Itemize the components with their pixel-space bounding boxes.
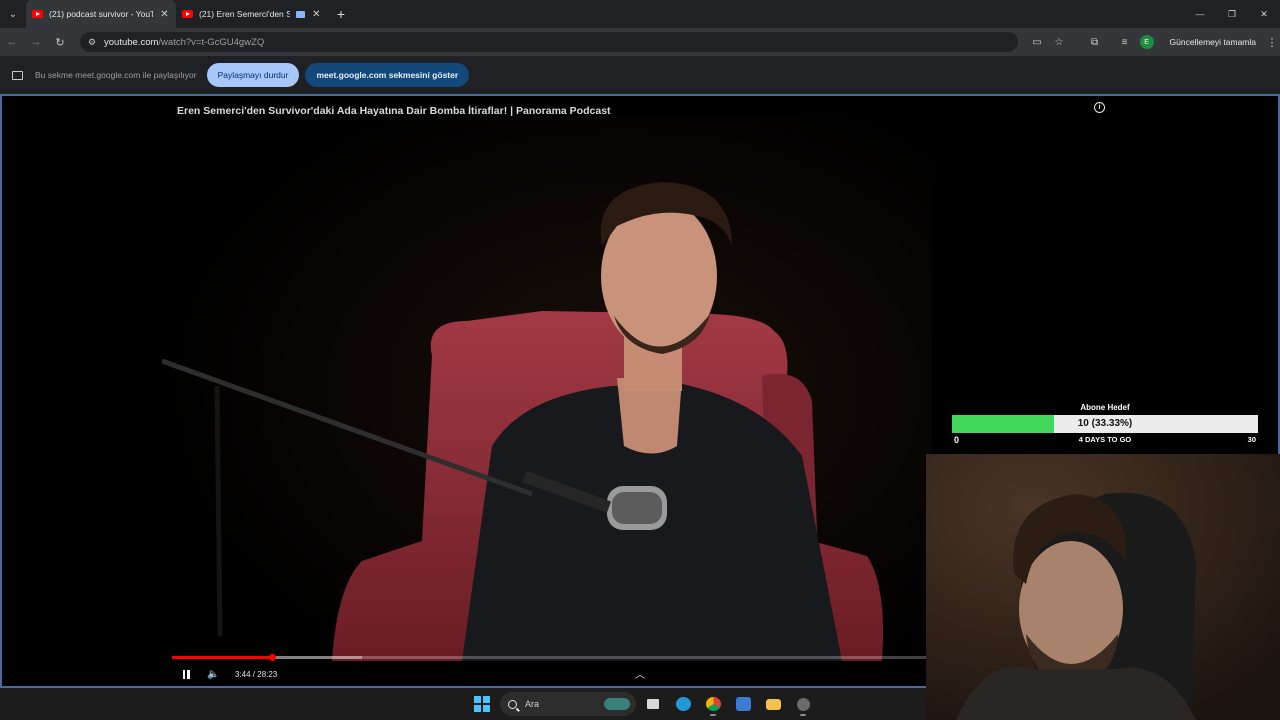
profile-avatar[interactable]: E	[1139, 35, 1154, 49]
url-text[interactable]: youtube.com/watch?v=t-GcGU4gwZQ	[104, 37, 264, 48]
pause-icon[interactable]	[177, 669, 195, 679]
media-controls-icon[interactable]: ≡	[1114, 28, 1136, 56]
address-bar[interactable]: ⚙ youtube.com/watch?v=t-GcGU4gwZQ	[80, 32, 1018, 52]
new-tab-button[interactable]: +	[328, 6, 354, 22]
subscriber-goal-widget: Abone Hedef 10 (33.33%) 0 4 DAYS TO GO 3…	[952, 403, 1258, 445]
search-label: Ara	[525, 699, 540, 709]
youtube-icon	[32, 10, 43, 18]
webcam-feed	[926, 454, 1280, 720]
url-host: youtube.com	[104, 36, 159, 48]
windows-taskbar: Ara	[0, 688, 926, 720]
close-tab-icon[interactable]: ✕	[159, 9, 170, 20]
task-view-icon[interactable]	[640, 692, 666, 716]
bookmark-star-icon[interactable]: ☆	[1048, 28, 1070, 56]
stop-sharing-button[interactable]: Paylaşmayı durdur	[206, 63, 300, 87]
goal-max: 30	[1247, 435, 1256, 444]
restore-icon[interactable]: ❐	[1216, 0, 1248, 28]
search-icon	[508, 699, 517, 709]
screen-share-icon	[12, 70, 23, 80]
sharing-indicator-icon	[295, 10, 305, 18]
show-meet-tab-button[interactable]: meet.google.com sekmesini göster	[305, 63, 470, 87]
site-info-icon[interactable]: ⚙	[88, 37, 104, 48]
progress-played	[172, 656, 273, 659]
volume-icon[interactable]: 🔈	[207, 669, 223, 680]
progress-scrubber[interactable]	[269, 654, 277, 661]
settings-icon[interactable]	[790, 692, 816, 716]
tab-strip: ⌄ (21) podcast survivor - YouTube ✕ (21)…	[0, 0, 1280, 28]
sharing-message: Bu sekme meet.google.com ile paylaşılıyo…	[35, 70, 197, 80]
url-path: /watch?v=t-GcGU4gwZQ	[158, 36, 265, 48]
cast-icon[interactable]: ▭	[1026, 28, 1048, 56]
close-window-icon[interactable]: ✕	[1248, 0, 1280, 28]
window-controls: — ❐ ✕	[1184, 0, 1280, 28]
goal-title: Abone Hedef	[1080, 403, 1130, 412]
youtube-icon	[182, 10, 193, 18]
goal-value: 10 (33.33%)	[1077, 418, 1133, 429]
goal-footer: 0 4 DAYS TO GO 30	[952, 433, 1258, 445]
file-explorer-icon[interactable]	[760, 692, 786, 716]
minimize-icon[interactable]: —	[1184, 0, 1216, 28]
tab-youtube-search[interactable]: (21) podcast survivor - YouTube ✕	[26, 0, 176, 28]
taskbar-search[interactable]: Ara	[500, 692, 636, 716]
browser-toolbar: ← → ↻ ⚙ youtube.com/watch?v=t-GcGU4gwZQ …	[0, 28, 1280, 56]
info-icon[interactable]: i	[1094, 102, 1105, 113]
edge-icon[interactable]	[670, 692, 696, 716]
forward-button[interactable]: →	[24, 28, 48, 56]
goal-progress-bar: 10 (33.33%)	[952, 415, 1258, 433]
chevron-up-icon[interactable]: ︿	[635, 666, 645, 681]
tab-title: (21) podcast survivor - YouTube	[49, 9, 153, 19]
tab-sharing-bar: Bu sekme meet.google.com ile paylaşılıyo…	[0, 56, 1280, 94]
tab-search-chevron-icon[interactable]: ⌄	[0, 0, 26, 28]
close-tab-icon[interactable]: ✕	[311, 9, 322, 20]
windows-start-icon[interactable]	[474, 696, 490, 712]
reload-button[interactable]: ↻	[48, 28, 72, 56]
extensions-icon[interactable]: ⧉	[1084, 28, 1106, 56]
progress-bar[interactable]	[172, 654, 930, 661]
update-button[interactable]: Güncellemeyi tamamla	[1164, 33, 1262, 51]
goal-remaining: 4 DAYS TO GO	[1078, 435, 1132, 444]
video-frame-image	[162, 116, 932, 661]
player-controls: 🔈 3:44 / 28:23	[172, 664, 672, 684]
more-menu-icon[interactable]: ⋮	[1264, 36, 1280, 49]
tab-shared-video[interactable]: (21) Eren Semerci'den Survi ✕	[176, 0, 328, 28]
chrome-icon[interactable]	[700, 692, 726, 716]
time-display: 3:44 / 28:23	[235, 669, 278, 679]
tab-title: (21) Eren Semerci'den Survi	[199, 9, 290, 19]
back-button[interactable]: ←	[0, 28, 24, 56]
mail-icon[interactable]	[730, 692, 756, 716]
webcam-image	[926, 454, 1280, 720]
search-highlight-icon	[604, 698, 630, 710]
